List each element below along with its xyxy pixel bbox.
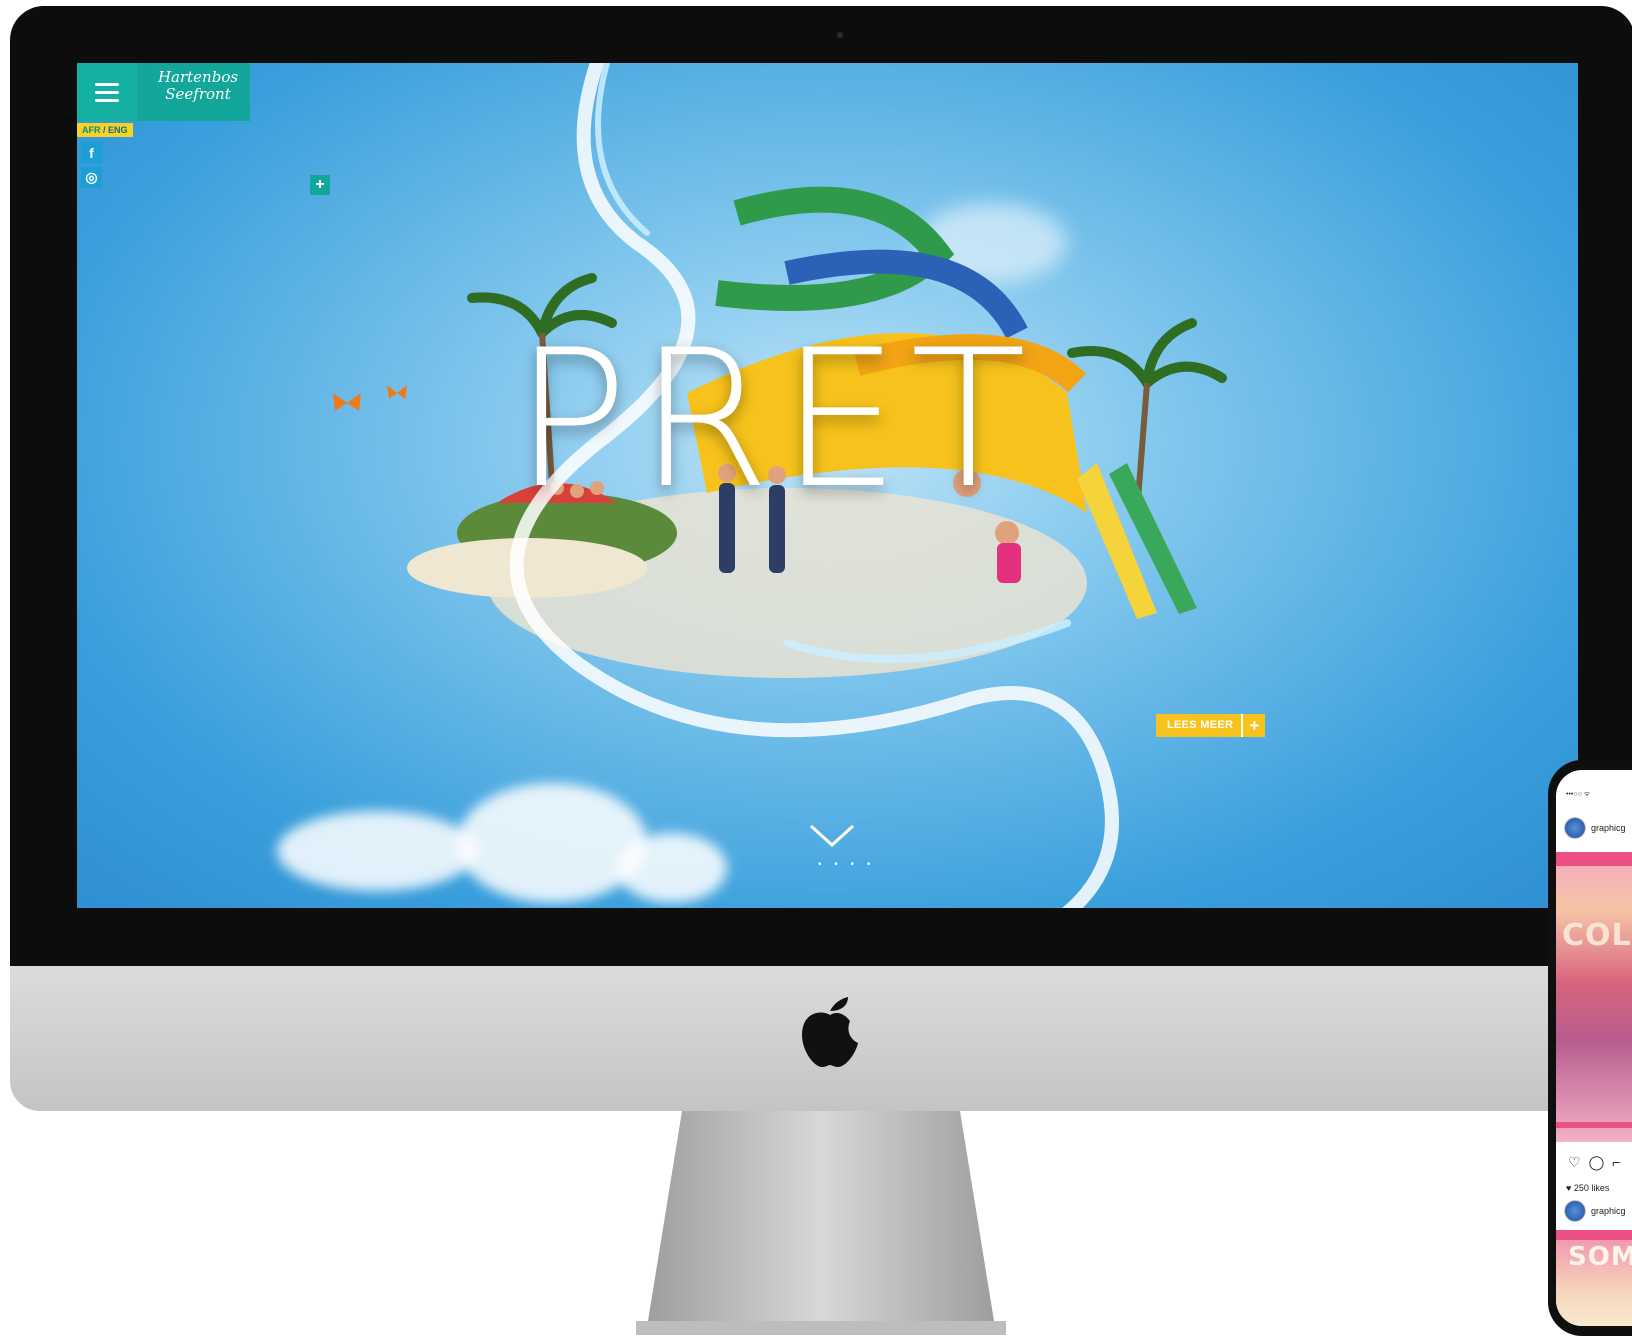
share-icon[interactable]: ⌐ — [1612, 1154, 1620, 1171]
apple-logo-icon — [802, 997, 858, 1067]
instagram-icon[interactable]: ◎ — [81, 167, 102, 188]
avatar[interactable] — [1564, 817, 1586, 839]
instagram-post-image[interactable]: SOM — [1556, 1230, 1632, 1326]
plus-icon: + — [1241, 714, 1266, 737]
language-afr[interactable]: AFR — [82, 125, 101, 135]
chevron-down-icon[interactable] — [809, 823, 855, 849]
comment-icon[interactable]: ◯ — [1589, 1154, 1605, 1171]
likes-count: ♥ 250 likes — [1566, 1183, 1610, 1193]
phone-screen: •••○○ ᯤ graphicg COL ♡ ◯ ⌐ ♥ 250 likes g… — [1556, 770, 1632, 1326]
post-actions: ♡ ◯ ⌐ — [1568, 1154, 1620, 1171]
post-banner — [1556, 1230, 1632, 1240]
post-header: graphicg — [1564, 1200, 1626, 1222]
website-screen: PRET Hartenbos Seefront AFR / ENG f ◎ + … — [77, 63, 1578, 908]
hero-title: PRET — [513, 309, 1037, 530]
post-username[interactable]: graphicg — [1591, 1206, 1626, 1216]
avatar[interactable] — [1564, 1200, 1586, 1222]
menu-bar — [95, 98, 119, 102]
post-username[interactable]: graphicg — [1591, 823, 1626, 833]
camera-dot — [837, 32, 843, 38]
post-banner — [1556, 852, 1632, 866]
heart-icon[interactable]: ♡ — [1568, 1154, 1581, 1171]
lees-meer-label: LEES MEER — [1156, 714, 1242, 737]
site-logo[interactable]: Hartenbos Seefront — [151, 69, 245, 103]
plus-icon[interactable]: + — [310, 175, 330, 195]
site-header: Hartenbos Seefront — [77, 63, 250, 121]
post-title: COL — [1562, 918, 1632, 953]
post-header: graphicg — [1564, 817, 1626, 839]
facebook-icon[interactable]: f — [81, 142, 102, 163]
hamburger-menu-button[interactable] — [77, 63, 137, 121]
instagram-post-image[interactable]: COL — [1556, 852, 1632, 1142]
language-separator: / — [103, 125, 106, 135]
menu-bar — [95, 90, 119, 94]
lees-meer-button[interactable]: LEES MEER + — [1156, 714, 1266, 737]
status-bar: •••○○ ᯤ — [1566, 791, 1591, 798]
scroll-dots: • • • • — [818, 859, 876, 870]
menu-bar — [95, 82, 119, 86]
imac-stand — [636, 1111, 1006, 1335]
post-banner — [1556, 1122, 1632, 1128]
post-title: SOM — [1568, 1242, 1632, 1272]
language-eng[interactable]: ENG — [108, 125, 128, 135]
language-switcher: AFR / ENG — [77, 123, 133, 137]
